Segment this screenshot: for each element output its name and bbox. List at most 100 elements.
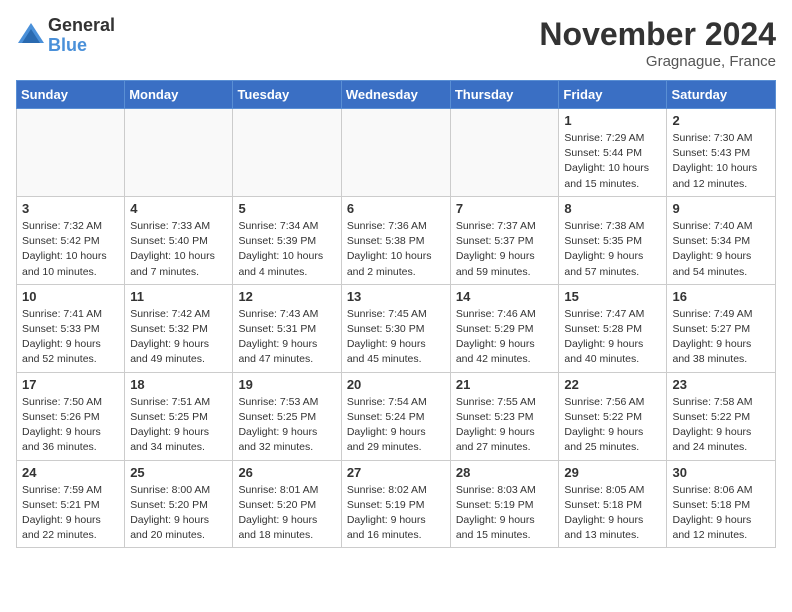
day-number: 30: [672, 465, 770, 480]
day-info: Sunrise: 7:41 AM Sunset: 5:33 PM Dayligh…: [22, 307, 119, 368]
day-number: 14: [456, 289, 554, 304]
day-number: 6: [347, 201, 445, 216]
day-number: 25: [130, 465, 227, 480]
day-number: 26: [238, 465, 335, 480]
table-row: 9 Sunrise: 7:40 AM Sunset: 5:34 PM Daylig…: [667, 196, 776, 284]
day-info: Sunrise: 7:32 AM Sunset: 5:42 PM Dayligh…: [22, 219, 119, 280]
day-info: Sunrise: 7:50 AM Sunset: 5:26 PM Dayligh…: [22, 395, 119, 456]
day-info: Sunrise: 7:47 AM Sunset: 5:28 PM Dayligh…: [564, 307, 661, 368]
header-saturday: Saturday: [667, 81, 776, 109]
table-row: 1 Sunrise: 7:29 AM Sunset: 5:44 PM Daylig…: [559, 109, 667, 197]
day-number: 13: [347, 289, 445, 304]
day-number: 21: [456, 377, 554, 392]
day-info: Sunrise: 7:46 AM Sunset: 5:29 PM Dayligh…: [456, 307, 554, 368]
table-row: 29 Sunrise: 8:05 AM Sunset: 5:18 PM Dayli…: [559, 460, 667, 548]
table-row: 13 Sunrise: 7:45 AM Sunset: 5:30 PM Dayli…: [341, 284, 450, 372]
table-row: [125, 109, 233, 197]
table-row: 5 Sunrise: 7:34 AM Sunset: 5:39 PM Daylig…: [233, 196, 341, 284]
table-row: 11Sunrise: 7:42 AM Sunset: 5:32 PM Dayli…: [125, 284, 233, 372]
logo-blue: Blue: [48, 36, 115, 56]
day-info: Sunrise: 7:33 AM Sunset: 5:40 PM Dayligh…: [130, 219, 227, 280]
table-row: 28 Sunrise: 8:03 AM Sunset: 5:19 PM Dayli…: [450, 460, 559, 548]
day-info: Sunrise: 7:29 AM Sunset: 5:44 PM Dayligh…: [564, 131, 661, 192]
month-title: November 2024: [539, 16, 776, 53]
day-info: Sunrise: 7:53 AM Sunset: 5:25 PM Dayligh…: [238, 395, 335, 456]
day-info: Sunrise: 7:55 AM Sunset: 5:23 PM Dayligh…: [456, 395, 554, 456]
table-row: 23 Sunrise: 7:58 AM Sunset: 5:22 PM Dayli…: [667, 372, 776, 460]
table-row: [450, 109, 559, 197]
header-friday: Friday: [559, 81, 667, 109]
header: General Blue November 2024 Gragnague, Fr…: [16, 16, 776, 70]
day-number: 18: [130, 377, 227, 392]
table-row: 20 Sunrise: 7:54 AM Sunset: 5:24 PM Dayli…: [341, 372, 450, 460]
table-row: 15 Sunrise: 7:47 AM Sunset: 5:28 PM Dayli…: [559, 284, 667, 372]
calendar-week-row: 1 Sunrise: 7:29 AM Sunset: 5:44 PM Daylig…: [17, 109, 776, 197]
table-row: 27Sunrise: 8:02 AM Sunset: 5:19 PM Dayli…: [341, 460, 450, 548]
table-row: [17, 109, 125, 197]
day-number: 27: [347, 465, 445, 480]
day-number: 24: [22, 465, 119, 480]
table-row: 12 Sunrise: 7:43 AM Sunset: 5:31 PM Dayli…: [233, 284, 341, 372]
day-info: Sunrise: 7:38 AM Sunset: 5:35 PM Dayligh…: [564, 219, 661, 280]
table-row: 18 Sunrise: 7:51 AM Sunset: 5:25 PM Dayli…: [125, 372, 233, 460]
day-info: Sunrise: 7:45 AM Sunset: 5:30 PM Dayligh…: [347, 307, 445, 368]
logo-general: General: [48, 16, 115, 36]
table-row: 16 Sunrise: 7:49 AM Sunset: 5:27 PM Dayli…: [667, 284, 776, 372]
header-tuesday: Tuesday: [233, 81, 341, 109]
day-number: 3: [22, 201, 119, 216]
day-number: 10: [22, 289, 119, 304]
calendar-week-row: 24 Sunrise: 7:59 AM Sunset: 5:21 PM Dayli…: [17, 460, 776, 548]
day-number: 1: [564, 113, 661, 128]
day-info: Sunrise: 7:30 AM Sunset: 5:43 PM Dayligh…: [672, 131, 770, 192]
table-row: 17 Sunrise: 7:50 AM Sunset: 5:26 PM Dayli…: [17, 372, 125, 460]
day-info: Sunrise: 7:56 AM Sunset: 5:22 PM Dayligh…: [564, 395, 661, 456]
logo: General Blue: [16, 16, 115, 56]
day-info: Sunrise: 7:40 AM Sunset: 5:34 PM Dayligh…: [672, 219, 770, 280]
day-info: Sunrise: 7:59 AM Sunset: 5:21 PM Dayligh…: [22, 483, 119, 544]
table-row: 6 Sunrise: 7:36 AM Sunset: 5:38 PM Daylig…: [341, 196, 450, 284]
day-info: Sunrise: 7:43 AM Sunset: 5:31 PM Dayligh…: [238, 307, 335, 368]
day-info: Sunrise: 7:51 AM Sunset: 5:25 PM Dayligh…: [130, 395, 227, 456]
table-row: 7Sunrise: 7:37 AM Sunset: 5:37 PM Daylig…: [450, 196, 559, 284]
logo-icon: [16, 21, 46, 51]
day-info: Sunrise: 7:49 AM Sunset: 5:27 PM Dayligh…: [672, 307, 770, 368]
table-row: 19 Sunrise: 7:53 AM Sunset: 5:25 PM Dayli…: [233, 372, 341, 460]
day-number: 16: [672, 289, 770, 304]
day-info: Sunrise: 7:54 AM Sunset: 5:24 PM Dayligh…: [347, 395, 445, 456]
header-sunday: Sunday: [17, 81, 125, 109]
day-number: 19: [238, 377, 335, 392]
day-number: 15: [564, 289, 661, 304]
calendar: Sunday Monday Tuesday Wednesday Thursday…: [16, 80, 776, 548]
table-row: 25Sunrise: 8:00 AM Sunset: 5:20 PM Dayli…: [125, 460, 233, 548]
day-number: 17: [22, 377, 119, 392]
header-thursday: Thursday: [450, 81, 559, 109]
day-number: 4: [130, 201, 227, 216]
table-row: [341, 109, 450, 197]
day-number: 5: [238, 201, 335, 216]
day-number: 2: [672, 113, 770, 128]
header-monday: Monday: [125, 81, 233, 109]
day-number: 29: [564, 465, 661, 480]
table-row: 4 Sunrise: 7:33 AM Sunset: 5:40 PM Daylig…: [125, 196, 233, 284]
day-info: Sunrise: 7:58 AM Sunset: 5:22 PM Dayligh…: [672, 395, 770, 456]
day-info: Sunrise: 7:36 AM Sunset: 5:38 PM Dayligh…: [347, 219, 445, 280]
header-wednesday: Wednesday: [341, 81, 450, 109]
location-title: Gragnague, France: [539, 53, 776, 70]
table-row: 14 Sunrise: 7:46 AM Sunset: 5:29 PM Dayli…: [450, 284, 559, 372]
table-row: [233, 109, 341, 197]
table-row: 8Sunrise: 7:38 AM Sunset: 5:35 PM Daylig…: [559, 196, 667, 284]
day-number: 28: [456, 465, 554, 480]
calendar-week-row: 17 Sunrise: 7:50 AM Sunset: 5:26 PM Dayli…: [17, 372, 776, 460]
day-number: 7: [456, 201, 554, 216]
calendar-header-row: Sunday Monday Tuesday Wednesday Thursday…: [17, 81, 776, 109]
table-row: 10 Sunrise: 7:41 AM Sunset: 5:33 PM Dayli…: [17, 284, 125, 372]
day-number: 9: [672, 201, 770, 216]
day-info: Sunrise: 8:03 AM Sunset: 5:19 PM Dayligh…: [456, 483, 554, 544]
table-row: 2 Sunrise: 7:30 AM Sunset: 5:43 PM Daylig…: [667, 109, 776, 197]
day-number: 20: [347, 377, 445, 392]
day-info: Sunrise: 8:05 AM Sunset: 5:18 PM Dayligh…: [564, 483, 661, 544]
day-number: 12: [238, 289, 335, 304]
day-number: 23: [672, 377, 770, 392]
day-info: Sunrise: 7:34 AM Sunset: 5:39 PM Dayligh…: [238, 219, 335, 280]
table-row: 21 Sunrise: 7:55 AM Sunset: 5:23 PM Dayli…: [450, 372, 559, 460]
